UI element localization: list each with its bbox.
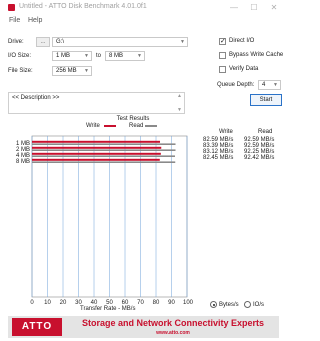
- bypass-write-cache-checkbox[interactable]: [219, 52, 226, 59]
- drive-value: G:\: [56, 39, 65, 45]
- io-size-label: I/O Size:: [8, 53, 32, 59]
- x-tick-label: 80: [152, 300, 160, 306]
- queue-depth-value: 4: [262, 82, 266, 88]
- x-tick-label: 100: [183, 300, 194, 306]
- write-bar: [32, 152, 161, 155]
- write-bar: [32, 140, 161, 143]
- io-per-sec-label: IO/s: [253, 302, 265, 308]
- verify-data-label: Verify Data: [229, 66, 259, 72]
- io-size-from-select[interactable]: 1 MB ▼: [52, 51, 92, 61]
- io-size-from-value: 1 MB: [56, 53, 71, 59]
- file-size-label: File Size:: [8, 68, 33, 74]
- bytes-per-sec-label: Bytes/s: [219, 302, 239, 308]
- io-to-label: to: [96, 53, 102, 59]
- description-field[interactable]: << Description >> ▲ ▼: [8, 92, 185, 114]
- x-axis-label: Transfer Rate - MB/s: [80, 306, 136, 312]
- maximize-button[interactable]: ☐: [246, 2, 262, 14]
- file-size-value: 256 MB: [56, 68, 77, 74]
- chevron-down-icon: ▼: [84, 53, 89, 59]
- description-placeholder: << Description >>: [12, 95, 60, 101]
- atto-logo: ATTO: [12, 318, 62, 336]
- close-button[interactable]: ✕: [266, 2, 282, 14]
- minimize-button[interactable]: —: [226, 2, 242, 14]
- x-tick-label: 70: [137, 300, 144, 306]
- chevron-down-icon: ▼: [137, 53, 142, 59]
- direct-io-checkbox[interactable]: [219, 37, 226, 45]
- bypass-write-cache-label: Bypass Write Cache: [229, 52, 284, 58]
- verify-data-checkbox[interactable]: [219, 66, 226, 73]
- write-bar: [32, 146, 162, 149]
- menu-help[interactable]: Help: [28, 17, 42, 24]
- io-size-to-select[interactable]: 8 MB ▼: [105, 51, 145, 61]
- drive-browse-button[interactable]: ...: [36, 37, 50, 47]
- chevron-down-icon: ▼: [273, 82, 278, 88]
- y-tick-label: 8 MB: [16, 159, 30, 165]
- bytes-per-sec-radio[interactable]: [210, 301, 217, 308]
- drive-label: Drive:: [8, 39, 24, 45]
- queue-depth-label: Queue Depth:: [217, 82, 255, 88]
- window-title: Untitled - ATTO Disk Benchmark 4.01.0f1: [19, 3, 147, 10]
- queue-depth-select[interactable]: 4 ▼: [258, 80, 281, 90]
- file-size-select[interactable]: 256 MB ▼: [52, 66, 92, 76]
- scroll-up-icon[interactable]: ▲: [177, 93, 182, 99]
- chevron-down-icon: ▼: [180, 39, 185, 45]
- read-bar: [32, 155, 175, 157]
- app-icon: [8, 4, 15, 11]
- read-bar: [32, 149, 176, 151]
- banner-url[interactable]: www.atto.com: [68, 330, 278, 336]
- x-tick-label: 90: [168, 300, 175, 306]
- write-bar: [32, 158, 160, 161]
- read-bar: [32, 143, 176, 145]
- drive-select[interactable]: G:\ ▼: [52, 37, 188, 47]
- io-size-to-value: 8 MB: [109, 53, 124, 59]
- x-tick-label: 20: [59, 300, 67, 306]
- banner-tagline: Storage and Network Connectivity Experts: [81, 318, 265, 328]
- read-bar: [32, 161, 176, 163]
- x-tick-label: 0: [30, 300, 34, 306]
- chevron-down-icon: ▼: [84, 68, 89, 74]
- io-per-sec-radio[interactable]: [244, 301, 251, 308]
- menu-file[interactable]: File: [9, 17, 20, 24]
- menu-bar: File Help: [0, 17, 285, 29]
- x-tick-label: 10: [44, 300, 51, 306]
- start-button[interactable]: Start: [250, 94, 282, 106]
- results-chart: 1 MB2 MB4 MB8 MB: [16, 135, 188, 298]
- scroll-down-icon[interactable]: ▼: [177, 107, 182, 113]
- direct-io-label: Direct I/O: [229, 38, 255, 44]
